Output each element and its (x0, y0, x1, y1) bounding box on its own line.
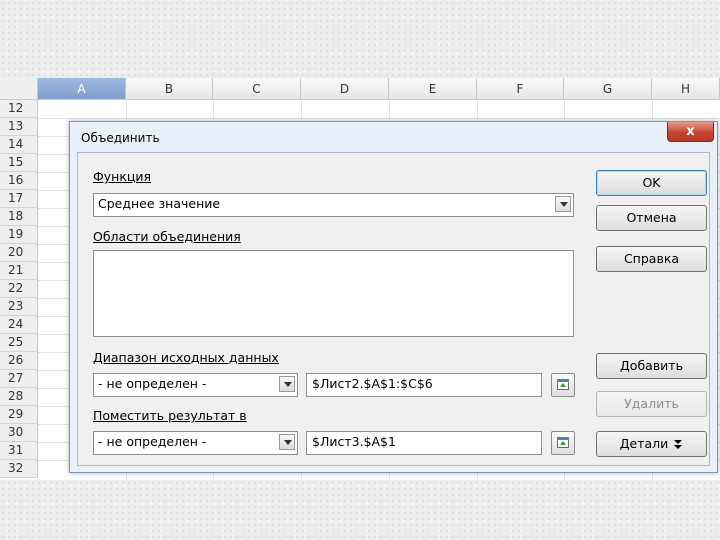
help-button[interactable]: Справка (596, 246, 707, 272)
row-header[interactable]: 19 (0, 226, 38, 244)
dialog-client-area: Функция Среднее значение Области объедин… (77, 152, 710, 466)
copy-results-shrink-button[interactable] (551, 431, 575, 455)
function-select[interactable]: Среднее значение (93, 193, 574, 217)
column-header-g[interactable]: G (564, 78, 652, 100)
row-header[interactable]: 24 (0, 316, 38, 334)
consolidate-dialog: Объединить x Функция Среднее значение Об… (69, 121, 718, 473)
row-header[interactable]: 31 (0, 442, 38, 460)
column-header-h[interactable]: H (652, 78, 720, 100)
grid-line (38, 118, 720, 119)
chevron-down-icon[interactable] (555, 196, 571, 212)
column-header-d[interactable]: D (301, 78, 389, 100)
row-header[interactable]: 26 (0, 352, 38, 370)
row-header[interactable]: 18 (0, 208, 38, 226)
row-header[interactable]: 13 (0, 118, 38, 136)
source-range-label: Диапазон исходных данных (93, 350, 279, 365)
close-button[interactable]: x (667, 122, 714, 142)
row-header[interactable]: 32 (0, 460, 38, 478)
source-range-select[interactable]: - не определен - (93, 373, 298, 397)
row-header[interactable]: 25 (0, 334, 38, 352)
dialog-title: Объединить (81, 131, 160, 145)
row-header[interactable]: 14 (0, 136, 38, 154)
chevron-down-icon[interactable] (279, 376, 295, 392)
row-header[interactable]: 20 (0, 244, 38, 262)
row-header[interactable]: 15 (0, 154, 38, 172)
row-header[interactable]: 16 (0, 172, 38, 190)
delete-button[interactable]: Удалить (596, 391, 707, 417)
copy-results-select-value: - не определен - (98, 434, 207, 449)
function-label: Функция (93, 169, 152, 184)
shrink-icon (557, 379, 569, 390)
double-chevron-down-icon (674, 439, 683, 450)
column-header-e[interactable]: E (389, 78, 477, 100)
row-header[interactable]: 17 (0, 190, 38, 208)
row-header[interactable]: 28 (0, 388, 38, 406)
add-button[interactable]: Добавить (596, 353, 707, 379)
more-button-label: Детали (619, 436, 669, 451)
row-header[interactable]: 30 (0, 424, 38, 442)
row-header[interactable]: 21 (0, 262, 38, 280)
copy-results-input[interactable]: $Лист3.$A$1 (306, 431, 542, 455)
select-all-corner[interactable] (0, 78, 38, 100)
more-button[interactable]: Детали (596, 431, 707, 457)
row-header[interactable]: 27 (0, 370, 38, 388)
column-header-b[interactable]: B (126, 78, 213, 100)
function-select-value: Среднее значение (98, 196, 221, 211)
chevron-down-icon[interactable] (279, 434, 295, 450)
column-header-a[interactable]: A (38, 78, 126, 100)
row-header[interactable]: 29 (0, 406, 38, 424)
source-range-input[interactable]: $Лист2.$A$1:$C$6 (306, 373, 542, 397)
row-header[interactable]: 22 (0, 280, 38, 298)
column-header-f[interactable]: F (477, 78, 564, 100)
source-range-shrink-button[interactable] (551, 373, 575, 397)
cancel-button[interactable]: Отмена (596, 205, 707, 231)
shrink-icon (557, 437, 569, 448)
column-header-c[interactable]: C (213, 78, 301, 100)
dialog-titlebar[interactable]: Объединить x (70, 122, 717, 152)
consolidation-ranges-list[interactable] (93, 250, 574, 337)
row-header[interactable]: 12 (0, 100, 38, 118)
source-range-select-value: - не определен - (98, 376, 207, 391)
consolidation-ranges-label: Области объединения (93, 229, 241, 244)
ok-button[interactable]: OK (596, 170, 707, 196)
row-header[interactable]: 23 (0, 298, 38, 316)
copy-results-select[interactable]: - не определен - (93, 431, 298, 455)
copy-results-label: Поместить результат в (93, 408, 247, 423)
